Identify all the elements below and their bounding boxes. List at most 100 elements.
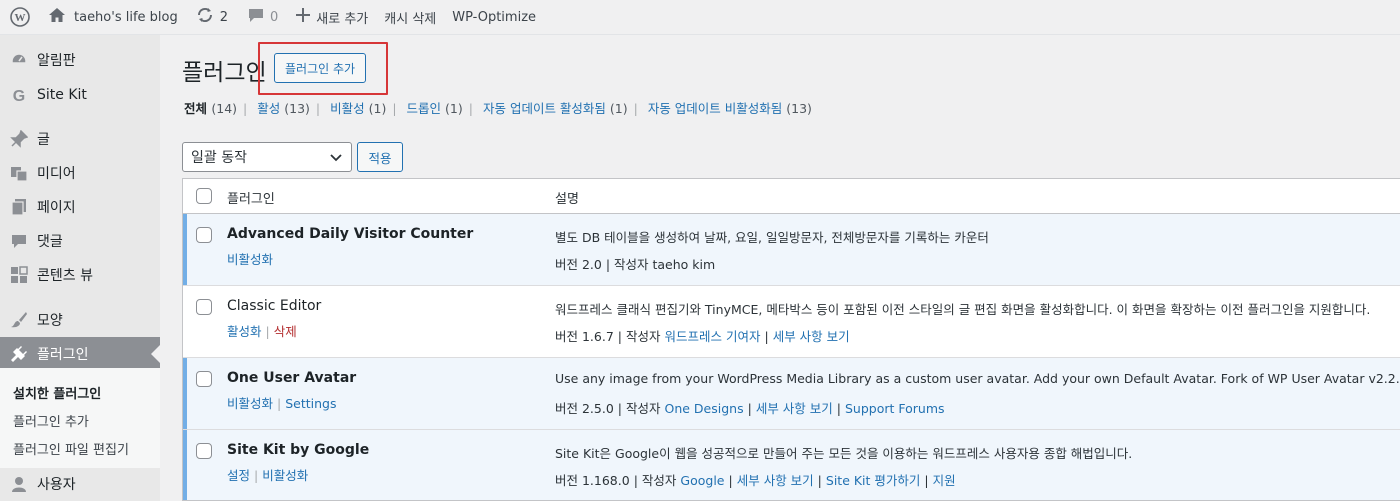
comments-count: 0 <box>270 9 279 25</box>
submenu-plugin-editor[interactable]: 플러그인 파일 편집기 <box>13 439 129 458</box>
comment-icon <box>9 231 29 251</box>
google-g-icon: G <box>9 85 29 105</box>
row-actions: 비활성화 | Settings <box>227 396 337 411</box>
plugin-name: One User Avatar <box>227 370 357 386</box>
bulk-action-value: 일괄 동작 <box>191 150 247 166</box>
column-header-plugin: 플러그인 <box>227 192 275 207</box>
plugin-meta: 버전 1.168.0 | 작성자 Google | 세부 사항 보기 | Site Kit … <box>555 473 956 488</box>
filter-active[interactable]: 활성 (13) <box>257 101 310 116</box>
refresh-icon <box>196 6 214 28</box>
plugin-description: Site Kit은 Google이 웹을 성공적으로 만들어 주는 모든 것을 … <box>555 446 1133 461</box>
comments-link[interactable]: 0 <box>248 0 278 35</box>
row-actions: 비활성화 <box>227 249 273 268</box>
filter-dropins[interactable]: 드롭인 (1) <box>407 101 463 116</box>
main-content: 플러그인 플러그인 추가 전체 (14) | 활성 (13) | 비활성 (1) | … <box>160 35 1400 501</box>
home-icon <box>48 7 66 27</box>
plugin-meta: 버전 2.5.0 | 작성자 One Designs | 세부 사항 보기 | Suppor… <box>555 401 945 416</box>
row-checkbox[interactable] <box>196 227 212 243</box>
author-link[interactable]: Google <box>680 473 724 488</box>
plugins-table: 플러그인 설명 Advanced Daily Visitor Counter 비… <box>182 178 1400 501</box>
filter-links: 전체 (14) | 활성 (13) | 비활성 (1) | 드롭인 (1) | 자동 업… <box>184 101 812 116</box>
submenu-installed-plugins[interactable]: 설치한 플러그인 <box>13 383 101 402</box>
filter-auto-update-enabled[interactable]: 자동 업데이트 활성화됨 (1) <box>483 101 628 116</box>
submenu-add-plugin[interactable]: 플러그인 추가 <box>13 411 89 430</box>
author-link[interactable]: One Designs <box>665 401 744 416</box>
menu-plugins[interactable]: 플러그인 <box>0 337 160 371</box>
admin-sidebar: 알림판 G Site Kit 글 미디어 페이지 댓글 콘텐츠 뷰 모양 플러그… <box>0 35 160 501</box>
bulk-action-select[interactable]: 일괄 동작 <box>182 142 352 172</box>
add-plugin-button[interactable]: 플러그인 추가 <box>274 53 367 83</box>
clear-cache-link[interactable]: 캐시 삭제 <box>384 0 436 35</box>
site-name-link[interactable]: taeho's life blog <box>48 0 178 35</box>
svg-text:G: G <box>13 88 25 104</box>
plugin-name: Site Kit by Google <box>227 442 370 458</box>
plugin-meta: 버전 2.0 | 작성자 taeho kim <box>555 257 716 272</box>
row-checkbox[interactable] <box>196 371 212 387</box>
menu-media[interactable]: 미디어 <box>0 156 160 190</box>
menu-users[interactable]: 사용자 <box>0 467 160 501</box>
table-row: Advanced Daily Visitor Counter 비활성화 별도 D… <box>183 214 1400 286</box>
row-actions: 설정 | 비활성화 <box>227 468 309 483</box>
support-link[interactable]: 지원 <box>933 473 956 488</box>
page-icon <box>9 197 29 217</box>
updates-count: 2 <box>219 9 229 25</box>
settings-link[interactable]: 설정 <box>227 468 250 483</box>
table-header: 플러그인 설명 <box>183 179 1400 214</box>
plugin-name: Classic Editor <box>227 298 322 314</box>
wp-optimize-link[interactable]: WP-Optimize <box>452 0 536 35</box>
plugin-description: 별도 DB 테이블을 생성하여 날짜, 요일, 일일방문자, 전체방문자를 기록… <box>555 230 989 245</box>
settings-link[interactable]: Settings <box>285 396 336 411</box>
plugin-description: Use any image from your WordPress Media … <box>555 371 1400 386</box>
row-checkbox[interactable] <box>196 299 212 315</box>
menu-pages[interactable]: 페이지 <box>0 190 160 224</box>
new-content-link[interactable]: 새로 추가 <box>296 0 368 35</box>
pin-icon <box>9 129 29 149</box>
table-row: Site Kit by Google 설정 | 비활성화 Site Kit은 Goo… <box>183 430 1400 500</box>
menu-dashboard[interactable]: 알림판 <box>0 43 160 77</box>
deactivate-link[interactable]: 비활성화 <box>227 252 273 267</box>
view-details-link[interactable]: 세부 사항 보기 <box>773 329 850 344</box>
menu-site-kit[interactable]: G Site Kit <box>0 78 160 112</box>
plugin-description: 워드프레스 클래식 편집기와 TinyMCE, 메타박스 등이 포함된 이전 스… <box>555 302 1371 317</box>
support-forums-link[interactable]: Support Forums <box>845 401 945 416</box>
user-icon <box>9 474 29 494</box>
column-header-description: 설명 <box>555 192 579 207</box>
menu-content-views[interactable]: 콘텐츠 뷰 <box>0 258 160 292</box>
author-link[interactable]: 워드프레스 기여자 <box>665 329 761 344</box>
plugins-submenu: 설치한 플러그인 플러그인 추가 플러그인 파일 편집기 <box>0 368 160 468</box>
menu-appearance[interactable]: 모양 <box>0 303 160 337</box>
table-row: Classic Editor 활성화 | 삭제 워드프레스 클래식 편집기와 Tin… <box>183 286 1400 358</box>
comment-icon <box>248 7 264 27</box>
view-details-link[interactable]: 세부 사항 보기 <box>756 401 833 416</box>
page-title: 플러그인 <box>182 60 267 86</box>
deactivate-link[interactable]: 비활성화 <box>227 396 273 411</box>
svg-text:W: W <box>15 12 26 24</box>
menu-posts[interactable]: 글 <box>0 122 160 156</box>
updates-link[interactable]: 2 <box>196 0 228 35</box>
apply-button[interactable]: 적용 <box>357 142 403 172</box>
row-actions: 활성화 | 삭제 <box>227 324 297 339</box>
plugin-icon <box>9 344 29 364</box>
activate-link[interactable]: 활성화 <box>227 324 262 339</box>
grid-icon <box>9 265 29 285</box>
filter-auto-update-disabled[interactable]: 자동 업데이트 비활성화됨 (13) <box>648 101 812 116</box>
brush-icon <box>9 310 29 330</box>
rate-site-kit-link[interactable]: Site Kit 평가하기 <box>826 473 921 488</box>
filter-inactive[interactable]: 비활성 (1) <box>330 101 386 116</box>
menu-comments[interactable]: 댓글 <box>0 224 160 258</box>
plugin-meta: 버전 1.6.7 | 작성자 워드프레스 기여자 | 세부 사항 보기 <box>555 329 850 344</box>
table-row: One User Avatar 비활성화 | Settings Use any im… <box>183 358 1400 430</box>
plus-icon <box>296 8 311 26</box>
new-label: 새로 추가 <box>316 11 369 27</box>
dashboard-icon <box>9 50 29 70</box>
row-checkbox[interactable] <box>196 443 212 459</box>
wordpress-logo-icon[interactable]: W <box>2 0 38 35</box>
view-details-link[interactable]: 세부 사항 보기 <box>737 473 814 488</box>
media-icon <box>9 163 29 183</box>
filter-all[interactable]: 전체 (14) <box>184 101 237 116</box>
site-name: taeho's life blog <box>74 9 178 25</box>
deactivate-link[interactable]: 비활성화 <box>262 468 308 483</box>
select-all-checkbox[interactable] <box>196 188 212 204</box>
delete-link[interactable]: 삭제 <box>274 324 297 339</box>
admin-bar: W taeho's life blog 2 0 새로 추가 캐시 삭제 WP-O… <box>0 0 1400 35</box>
